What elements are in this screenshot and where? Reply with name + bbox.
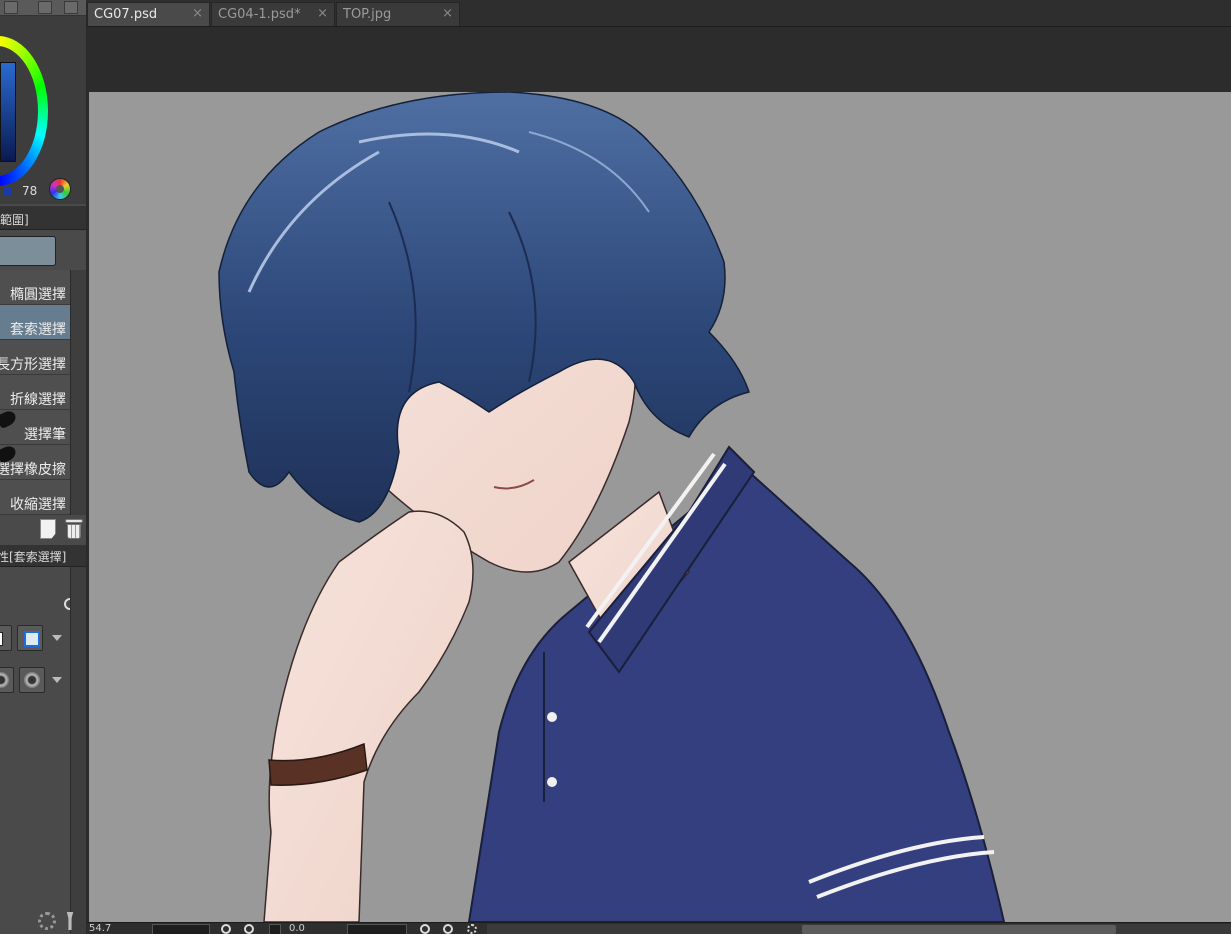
zoom-readout[interactable]: 54.7 xyxy=(89,923,111,934)
zoom-out-icon[interactable] xyxy=(221,924,231,934)
saturation-square[interactable] xyxy=(0,62,16,162)
artwork-illustration xyxy=(218,92,1006,922)
shirt-button xyxy=(547,712,557,722)
sub-tool-label: 選擇橡皮擦 xyxy=(0,462,66,478)
tool-palette-header: 範圍] xyxy=(0,206,86,230)
selection-mode-row xyxy=(0,623,70,653)
sub-tool-label: 收縮選擇 xyxy=(10,497,66,513)
panel-close-button[interactable] xyxy=(64,1,78,14)
antialias-option-button[interactable] xyxy=(19,667,45,693)
tab-cg04-1[interactable]: CG04-1.psd* × xyxy=(211,2,335,26)
color-wheel-panel: 78 xyxy=(0,16,86,204)
color-mode-icon[interactable] xyxy=(49,178,71,200)
tool-palette-footer xyxy=(0,515,86,543)
tool-property-title: 性[套索選擇] xyxy=(0,550,67,564)
brush-icon xyxy=(0,408,19,430)
rotate-left-icon[interactable] xyxy=(420,924,430,934)
rotation-readout[interactable]: 0.0 xyxy=(289,923,305,934)
new-selection-button[interactable] xyxy=(0,625,12,651)
tool-property-panel xyxy=(0,567,86,934)
new-sub-tool-icon[interactable] xyxy=(40,519,56,539)
tool-palette-title: 範圍] xyxy=(0,213,29,227)
sub-tool-item[interactable]: 長方形選擇 xyxy=(0,340,70,375)
sub-tool-label: 長方形選擇 xyxy=(0,357,66,373)
antialias-option-button[interactable] xyxy=(0,667,14,693)
close-icon[interactable]: × xyxy=(317,6,328,21)
trash-bin xyxy=(67,524,81,539)
sub-tool-label: 選擇筆 xyxy=(24,427,66,443)
tool-property-header: 性[套索選擇] xyxy=(0,545,86,567)
sub-tool-label: 橢圓選擇 xyxy=(10,287,66,303)
sub-tool-item[interactable]: 收縮選擇 xyxy=(0,480,70,515)
canvas-paper[interactable] xyxy=(89,92,1231,922)
panel-expand-button[interactable] xyxy=(38,1,52,14)
sub-tool-item[interactable]: 選擇橡皮擦 xyxy=(0,443,70,480)
arm-shape xyxy=(263,510,474,922)
tab-cg07[interactable]: CG07.psd × xyxy=(87,2,210,26)
sub-tool-item[interactable]: 套索選擇 xyxy=(0,305,70,340)
sub-tool-label: 套索選擇 xyxy=(10,322,66,338)
status-bar: 54.7 0.0 xyxy=(87,922,1231,934)
current-color-chip[interactable] xyxy=(4,188,11,195)
chevron-down-icon[interactable] xyxy=(52,677,62,683)
property-scrollbar[interactable] xyxy=(70,567,86,934)
zoom-in-icon[interactable] xyxy=(244,924,254,934)
reset-rotation-icon[interactable] xyxy=(467,924,477,934)
tab-label: CG04-1.psd* xyxy=(218,7,301,22)
app-window: 78 範圍] 橢圓選擇套索選擇長方形選擇折線選擇選擇筆選擇橡皮擦收縮選擇 性[套… xyxy=(0,0,1231,934)
horizontal-scrollbar[interactable] xyxy=(487,924,1231,934)
tool-list-scrollbar[interactable] xyxy=(70,270,86,515)
zoom-slider[interactable] xyxy=(152,924,210,934)
tab-label: TOP.jpg xyxy=(343,7,392,22)
trash-lid xyxy=(65,519,83,523)
add-selection-button[interactable] xyxy=(17,625,43,651)
sub-tool-group-button[interactable] xyxy=(0,236,56,266)
canvas-viewport[interactable] xyxy=(87,27,1231,922)
document-tab-bar: CG07.psd × CG04-1.psd* × TOP.jpg × xyxy=(87,0,1231,27)
sub-tool-group xyxy=(0,234,86,266)
left-panel: 78 範圍] 橢圓選擇套索選擇長方形選擇折線選擇選擇筆選擇橡皮擦收縮選擇 性[套… xyxy=(0,0,87,934)
antialias-row xyxy=(0,665,70,695)
horizontal-scroll-thumb[interactable] xyxy=(802,925,1116,934)
panel-topbar xyxy=(0,0,86,16)
tab-label: CG07.psd xyxy=(94,7,158,22)
sub-tool-list: 橢圓選擇套索選擇長方形選擇折線選擇選擇筆選擇橡皮擦收縮選擇 xyxy=(0,270,86,515)
sub-tool-item[interactable]: 選擇筆 xyxy=(0,408,70,445)
rotation-slider[interactable] xyxy=(347,924,407,934)
fit-view-button[interactable] xyxy=(269,924,281,934)
sub-tool-item[interactable]: 折線選擇 xyxy=(0,375,70,410)
rotate-right-icon[interactable] xyxy=(443,924,453,934)
color-value-readout: 78 xyxy=(22,184,38,198)
shirt-button xyxy=(547,777,557,787)
close-icon[interactable]: × xyxy=(442,6,453,21)
close-icon[interactable]: × xyxy=(192,6,203,21)
sub-tool-label: 折線選擇 xyxy=(10,392,66,408)
gear-icon[interactable] xyxy=(38,912,56,930)
trash-icon[interactable] xyxy=(65,519,83,539)
sub-tool-item[interactable]: 橢圓選擇 xyxy=(0,270,70,305)
chevron-down-icon[interactable] xyxy=(52,635,62,641)
tab-top[interactable]: TOP.jpg × xyxy=(336,2,460,26)
panel-menu-button[interactable] xyxy=(4,1,18,14)
